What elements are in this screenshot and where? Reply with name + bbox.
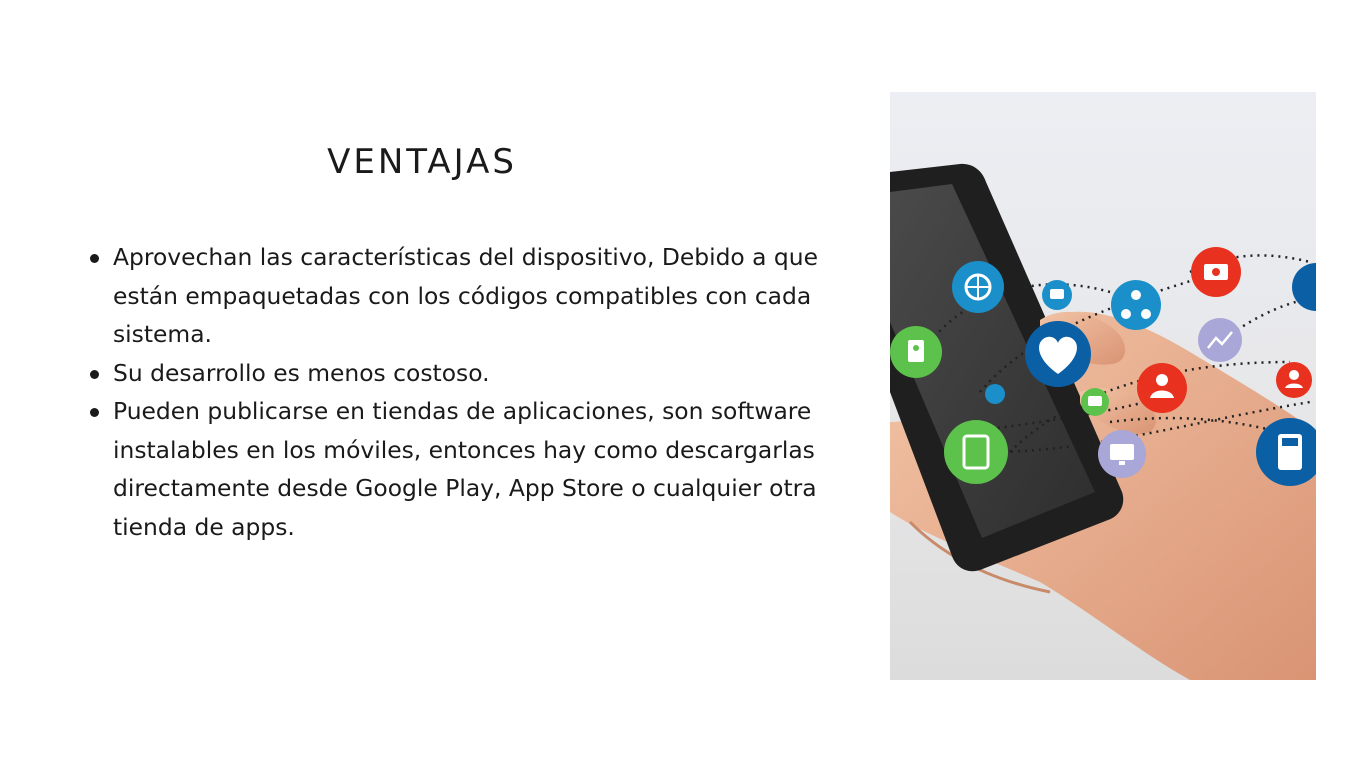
monitor-icon [1098,430,1146,478]
bullet-item: Aprovechan las características del dispo… [88,238,828,354]
bullet-list: Aprovechan las características del dispo… [88,238,828,546]
slide-title: VENTAJAS [327,142,517,182]
slide: VENTAJAS Aprovechan las características … [0,0,1372,772]
heart-icon [1025,321,1091,387]
tablet-icon [944,420,1008,484]
chart-icon [1198,318,1242,362]
dot-icon [985,384,1005,404]
bullet-item: Pueden publicarse en tiendas de aplicaci… [88,392,828,546]
smartphone-apps-photo [890,92,1316,680]
mail-icon [1191,247,1241,297]
chat-icon [1042,280,1072,310]
person-icon [1276,362,1312,398]
user-icon [1137,363,1187,413]
message-icon [1081,388,1109,416]
network-icon [1111,280,1161,330]
bullet-item: Su desarrollo es menos costoso. [88,354,828,393]
globe-icon [952,261,1004,313]
contact-icon [890,326,942,378]
